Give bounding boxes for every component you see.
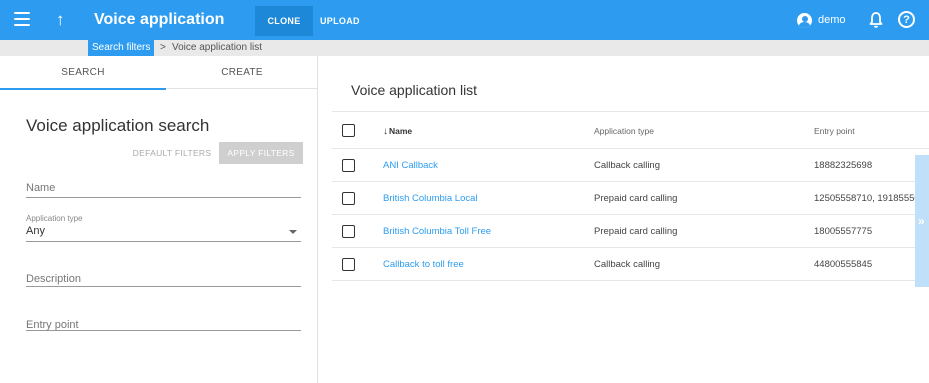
table-row: British Columbia Local Prepaid card call… bbox=[332, 182, 929, 215]
row-type: Prepaid card calling bbox=[594, 226, 678, 237]
application-type-select[interactable]: Application type Any bbox=[26, 214, 301, 242]
tab-create[interactable]: CREATE bbox=[166, 56, 318, 89]
row-checkbox[interactable] bbox=[342, 258, 355, 271]
upload-button[interactable]: UPLOAD bbox=[318, 6, 360, 36]
row-type: Callback calling bbox=[594, 160, 661, 171]
bell-icon[interactable] bbox=[868, 11, 884, 29]
panel-tabs: SEARCH CREATE bbox=[0, 56, 318, 90]
default-filters-button[interactable]: DEFAULT FILTERS bbox=[129, 142, 215, 164]
column-name-label: Name bbox=[389, 126, 413, 136]
list-panel: Voice application list ↓Name Application… bbox=[318, 56, 929, 383]
description-placeholder: Description bbox=[26, 273, 82, 285]
application-type-label: Application type bbox=[26, 214, 83, 223]
table-header-row: ↓Name Application type Entry point bbox=[332, 111, 929, 149]
entry-point-placeholder: Entry point bbox=[26, 319, 79, 331]
row-name-link[interactable]: Callback to toll free bbox=[383, 248, 464, 281]
clone-button[interactable]: CLONE bbox=[255, 6, 313, 36]
row-checkbox[interactable] bbox=[342, 192, 355, 205]
row-name-link[interactable]: British Columbia Toll Free bbox=[383, 215, 491, 248]
expand-details-handle[interactable]: » bbox=[915, 155, 929, 287]
column-header-entry[interactable]: Entry point bbox=[814, 112, 929, 150]
dropdown-caret-icon[interactable] bbox=[289, 230, 297, 234]
description-field[interactable]: Description bbox=[26, 269, 301, 287]
name-field[interactable]: Name bbox=[26, 178, 301, 198]
row-name-link[interactable]: ANI Callback bbox=[383, 149, 438, 182]
table-row: British Columbia Toll Free Prepaid card … bbox=[332, 215, 929, 248]
sort-arrow-icon: ↓ bbox=[383, 126, 388, 137]
breadcrumb: Search filters > Voice application list bbox=[0, 40, 929, 56]
user-name[interactable]: demo bbox=[818, 14, 846, 26]
chevron-right-icon: » bbox=[918, 214, 925, 228]
row-checkbox[interactable] bbox=[342, 159, 355, 172]
entry-point-field[interactable]: Entry point bbox=[26, 315, 301, 331]
row-type: Prepaid card calling bbox=[594, 193, 678, 204]
row-checkbox[interactable] bbox=[342, 225, 355, 238]
select-all-checkbox[interactable] bbox=[342, 124, 355, 137]
apply-filters-button[interactable]: APPLY FILTERS bbox=[219, 142, 303, 164]
row-entry: 18005557775 bbox=[814, 226, 873, 237]
row-type: Callback calling bbox=[594, 259, 661, 270]
help-icon[interactable]: ? bbox=[898, 11, 915, 28]
column-header-name[interactable]: ↓Name bbox=[383, 112, 412, 150]
up-arrow-icon[interactable]: ↑ bbox=[56, 10, 65, 30]
table-row: ANI Callback Callback calling 1888232569… bbox=[332, 149, 929, 182]
menu-icon[interactable] bbox=[14, 12, 30, 28]
breadcrumb-separator: > bbox=[160, 42, 166, 53]
row-entry: 12505558710, 19185550321, bbox=[814, 193, 929, 204]
name-placeholder: Name bbox=[26, 182, 56, 194]
row-entry: 44800555845 bbox=[814, 259, 873, 270]
page-title: Voice application bbox=[94, 11, 225, 28]
table-row: Callback to toll free Callback calling 4… bbox=[332, 248, 929, 281]
column-header-type[interactable]: Application type bbox=[594, 112, 654, 150]
search-heading: Voice application search bbox=[26, 116, 210, 135]
application-type-value: Any bbox=[26, 225, 45, 237]
top-app-bar: ↑ Voice application CLONE UPLOAD demo ? bbox=[0, 0, 929, 40]
row-name-link[interactable]: British Columbia Local bbox=[383, 182, 478, 215]
breadcrumb-current: Voice application list bbox=[172, 42, 263, 53]
search-panel: SEARCH CREATE Voice application search D… bbox=[0, 56, 318, 383]
list-title: Voice application list bbox=[351, 82, 478, 98]
tab-search[interactable]: SEARCH bbox=[0, 56, 166, 90]
breadcrumb-search-filters[interactable]: Search filters bbox=[88, 40, 155, 56]
user-account-icon[interactable] bbox=[797, 13, 812, 28]
row-entry: 18882325698 bbox=[814, 160, 873, 171]
